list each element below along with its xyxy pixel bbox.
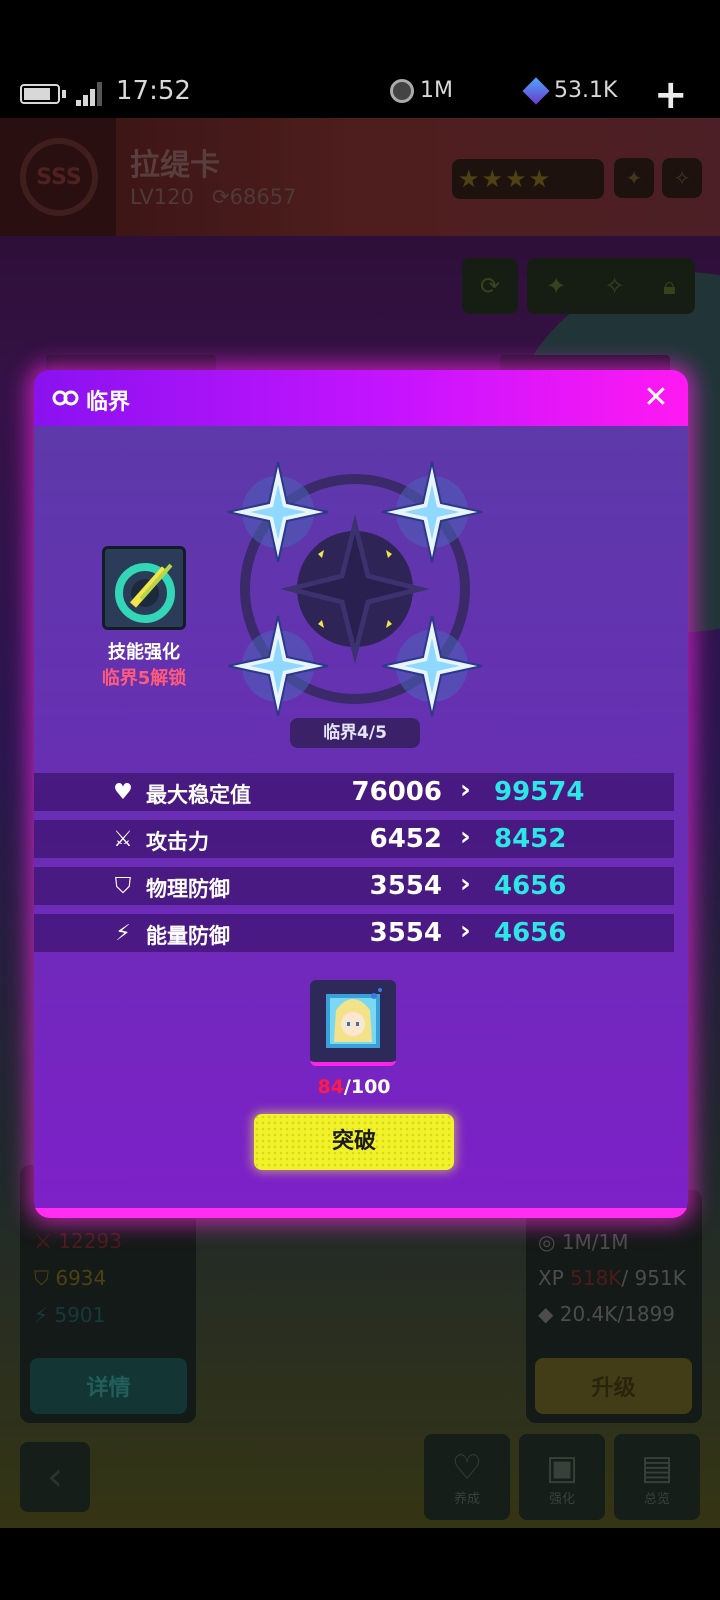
critical-modal: 临界 ✕ 技能强化 临界5解锁 临界4/5 ♥ 最大稳定值 76006 › 99… (34, 370, 688, 1218)
stat-row-max-stability: ♥ 最大稳定值 76006 › 99574 (34, 773, 674, 811)
coin-icon (390, 78, 414, 103)
breakthrough-button[interactable]: 突破 (254, 1114, 454, 1170)
material-item[interactable] (310, 980, 396, 1066)
shield-exclaim-icon: ⛉ (114, 874, 132, 899)
star-node-3 (227, 615, 329, 717)
coin-counter[interactable]: 1M (390, 78, 453, 103)
skill-name: 技能强化 (108, 642, 180, 663)
signal-icon (76, 82, 102, 106)
battery-icon (20, 84, 60, 104)
chevron-right-icon: › (460, 822, 471, 852)
gem-counter[interactable]: 53.1K (522, 76, 617, 105)
chevron-right-icon: › (460, 869, 471, 899)
stat-row-energy-defense: ⚡ 能量防御 3554 › 4656 (34, 914, 674, 952)
critical-constellation (227, 461, 483, 717)
close-icon[interactable]: ✕ (638, 380, 674, 416)
chevron-right-icon: › (460, 916, 471, 946)
character-shard-icon (326, 988, 382, 1048)
heart-pulse-icon: ♥ (113, 780, 133, 805)
add-currency-button[interactable]: + (654, 72, 688, 118)
stat-row-attack: ⚔ 攻击力 6452 › 8452 (34, 820, 674, 858)
critical-tier: 临界4/5 (290, 718, 420, 748)
navigation-bar-area (0, 1528, 720, 1600)
sword-icon: ⚔ (113, 827, 133, 852)
material-count: 84/100 (317, 1076, 391, 1098)
skill-enhance-icon[interactable] (102, 546, 186, 630)
stat-row-physical-defense: ⛉ 物理防御 3554 › 4656 (34, 867, 674, 905)
star-node-2 (381, 461, 483, 563)
shield-bolt-icon: ⚡ (115, 921, 131, 946)
star-node-4 (381, 615, 483, 717)
skill-unlock-requirement: 临界5解锁 (101, 668, 187, 689)
star-node-1 (227, 461, 329, 563)
critical-icon (52, 390, 79, 406)
modal-title: 临界 (86, 390, 131, 415)
chevron-right-icon: › (460, 775, 471, 805)
game-screen: 17:52 1M 53.1K + SSS 拉缇卡 LV120 ⟳68657 ★★… (0, 0, 720, 1600)
gem-icon (522, 76, 550, 105)
clock: 17:52 (116, 76, 191, 106)
modal-header: 临界 ✕ (34, 370, 688, 426)
status-bar: 17:52 1M 53.1K + (0, 68, 720, 118)
